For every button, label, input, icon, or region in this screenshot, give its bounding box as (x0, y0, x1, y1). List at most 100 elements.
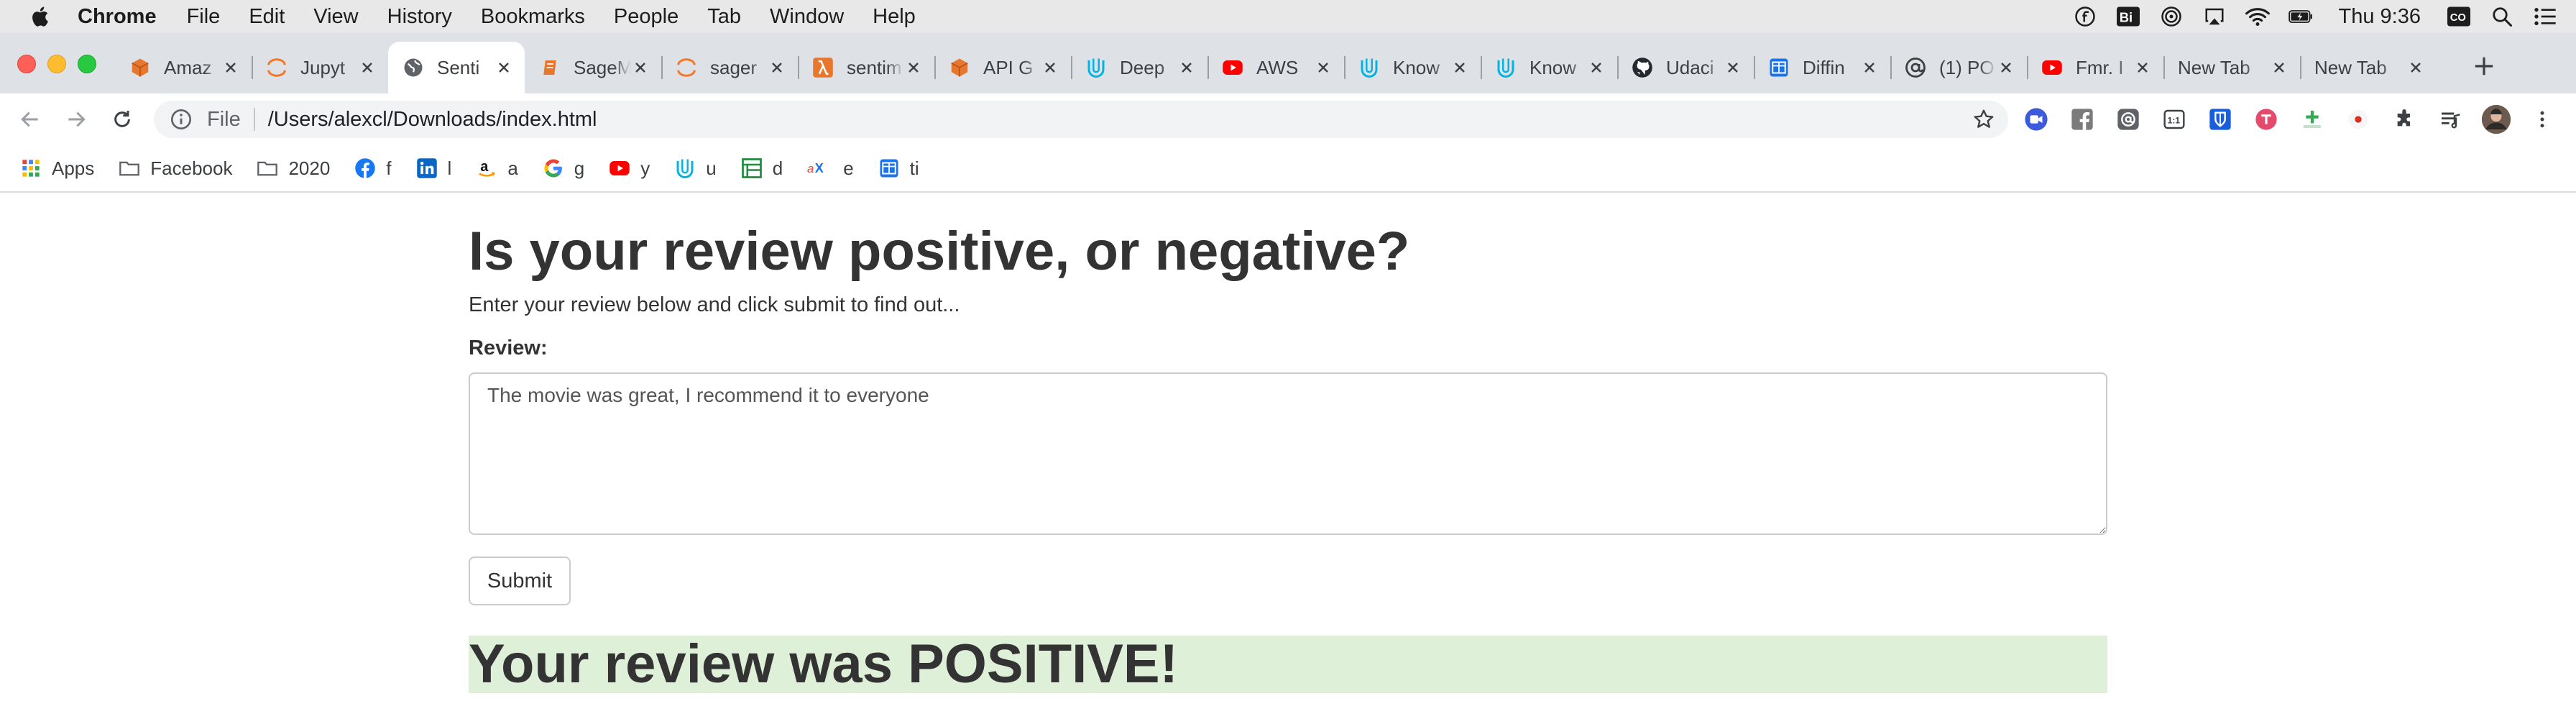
menu-view[interactable]: View (313, 5, 358, 29)
menu-kebab-icon[interactable] (2527, 104, 2557, 134)
todoist-icon[interactable] (2251, 104, 2281, 134)
circle-f-icon[interactable] (2073, 4, 2097, 29)
ratio-icon[interactable]: 1:1 (2159, 104, 2189, 134)
bookmark-table[interactable]: ti (878, 157, 919, 180)
close-tab-icon[interactable] (2406, 58, 2425, 77)
tab-lambda[interactable]: sentim (798, 42, 934, 93)
tab-knowledge-1[interactable]: Know (1344, 42, 1481, 93)
close-tab-icon[interactable] (631, 58, 650, 77)
reload-button[interactable] (108, 105, 137, 134)
tab-diffing[interactable]: Diffin (1754, 42, 1890, 93)
menu-file[interactable]: File (187, 5, 221, 29)
menu-help[interactable]: Help (873, 5, 916, 29)
tab-fmr-youtube[interactable]: Fmr. I (2027, 42, 2163, 93)
close-tab-icon[interactable] (1587, 58, 1606, 77)
review-textarea[interactable]: The movie was great, I recommend it to e… (469, 372, 2107, 535)
close-tab-icon[interactable] (1724, 58, 1742, 77)
forward-button[interactable] (62, 105, 91, 134)
bookmark-label: l (447, 157, 452, 179)
tab-sagemaker-jupyter[interactable]: sager (661, 42, 798, 93)
url-text[interactable]: /Users/alexcl/Downloads/index.html (268, 108, 597, 132)
bookmark-folder-facebook[interactable]: Facebook (119, 157, 232, 180)
bookmark-linkedin[interactable]: l (416, 157, 452, 180)
menu-people[interactable]: People (614, 5, 678, 29)
record-dot-icon[interactable] (2343, 104, 2373, 134)
tab-po[interactable]: (1) PO (1890, 42, 2027, 93)
back-button[interactable] (16, 105, 45, 134)
bi-icon[interactable]: Bi (2116, 4, 2140, 29)
tab-sagemaker[interactable]: SageM (525, 42, 661, 93)
github-icon (1632, 57, 1653, 78)
bitwarden-icon[interactable] (2205, 104, 2235, 134)
puzzle-icon[interactable] (2389, 104, 2419, 134)
udacity-icon (674, 157, 696, 179)
bookmark-folder-2020[interactable]: 2020 (257, 157, 330, 180)
airplay-icon[interactable] (2202, 4, 2227, 29)
tab-strip: Amaz Jupyt Senti SageM sager sentim API … (0, 33, 2576, 93)
menu-edit[interactable]: Edit (249, 5, 285, 29)
tab-deep-learning[interactable]: Deep (1071, 42, 1208, 93)
profile-avatar-icon[interactable] (2481, 104, 2511, 134)
bookmark-google[interactable]: g (543, 157, 584, 180)
bookmark-star-icon[interactable] (1972, 108, 1995, 131)
bookmark-ax[interactable]: aX e (807, 157, 853, 180)
spotlight-search-icon[interactable] (2490, 4, 2514, 29)
menu-app-chrome[interactable]: Chrome (78, 5, 157, 29)
meet-icon[interactable] (2021, 104, 2051, 134)
close-tab-icon[interactable] (1450, 58, 1469, 77)
zoom-window-button[interactable] (78, 55, 96, 73)
menu-tab[interactable]: Tab (707, 5, 741, 29)
menu-history[interactable]: History (387, 5, 452, 29)
close-tab-icon[interactable] (494, 58, 513, 77)
close-tab-icon[interactable] (1997, 58, 2015, 77)
tab-amazon[interactable]: Amaz (115, 42, 252, 93)
battery-icon[interactable] (2288, 4, 2313, 29)
close-tab-icon[interactable] (358, 58, 377, 77)
tab-aws-youtube[interactable]: AWS (1208, 42, 1344, 93)
media-queue-icon[interactable] (2435, 104, 2465, 134)
close-tab-icon[interactable] (1860, 58, 1879, 77)
close-tab-icon[interactable] (904, 58, 923, 77)
new-tab-button[interactable] (2468, 50, 2500, 82)
bookmark-label: f (386, 157, 392, 179)
menubar-clock[interactable]: Thu 9:36 (2339, 5, 2421, 29)
apple-icon[interactable] (29, 4, 53, 29)
address-bar[interactable]: File /Users/alexcl/Downloads/index.html (154, 101, 2008, 138)
at-icon[interactable] (2113, 104, 2143, 134)
wifi-icon[interactable] (2245, 4, 2270, 29)
close-tab-icon[interactable] (1177, 58, 1196, 77)
tab-api-gateway[interactable]: API G (934, 42, 1071, 93)
facebook-square-icon[interactable] (2067, 104, 2097, 134)
co-icon[interactable]: CO (2447, 4, 2471, 29)
tab-sentiment-active[interactable]: Senti (388, 42, 525, 93)
bookmark-label: 2020 (288, 157, 331, 179)
submit-button[interactable]: Submit (469, 557, 571, 605)
menu-bookmarks[interactable]: Bookmarks (481, 5, 585, 29)
bookmark-udacity[interactable]: u (674, 157, 717, 180)
close-tab-icon[interactable] (768, 58, 786, 77)
tab-github-udacity[interactable]: Udaci (1617, 42, 1754, 93)
tab-new-tab-1[interactable]: New Tab (2163, 42, 2300, 93)
bookmark-apps[interactable]: Apps (20, 157, 94, 180)
menu-window[interactable]: Window (770, 5, 844, 29)
close-tab-icon[interactable] (221, 58, 240, 77)
youtube-icon (1222, 57, 1243, 78)
plus-green-icon[interactable] (2297, 104, 2327, 134)
close-tab-icon[interactable] (2133, 58, 2152, 77)
minimize-window-button[interactable] (47, 55, 66, 73)
tab-knowledge-2[interactable]: Know (1481, 42, 1617, 93)
control-center-icon[interactable] (2533, 4, 2557, 29)
bookmark-facebook[interactable]: f (354, 157, 392, 180)
close-tab-icon[interactable] (2270, 58, 2288, 77)
record-icon[interactable] (2159, 4, 2184, 29)
close-tab-icon[interactable] (1314, 58, 1333, 77)
tab-new-tab-2[interactable]: New Tab (2300, 42, 2437, 93)
info-icon[interactable] (170, 108, 193, 131)
tab-jupyter[interactable]: Jupyt (252, 42, 388, 93)
close-tab-icon[interactable] (1041, 58, 1059, 77)
bookmark-store[interactable]: d (741, 157, 783, 180)
bookmark-amazon[interactable]: a a (476, 157, 518, 180)
close-window-button[interactable] (17, 55, 36, 73)
bookmark-youtube[interactable]: y (609, 157, 650, 180)
bookmark-label: Facebook (150, 157, 233, 179)
